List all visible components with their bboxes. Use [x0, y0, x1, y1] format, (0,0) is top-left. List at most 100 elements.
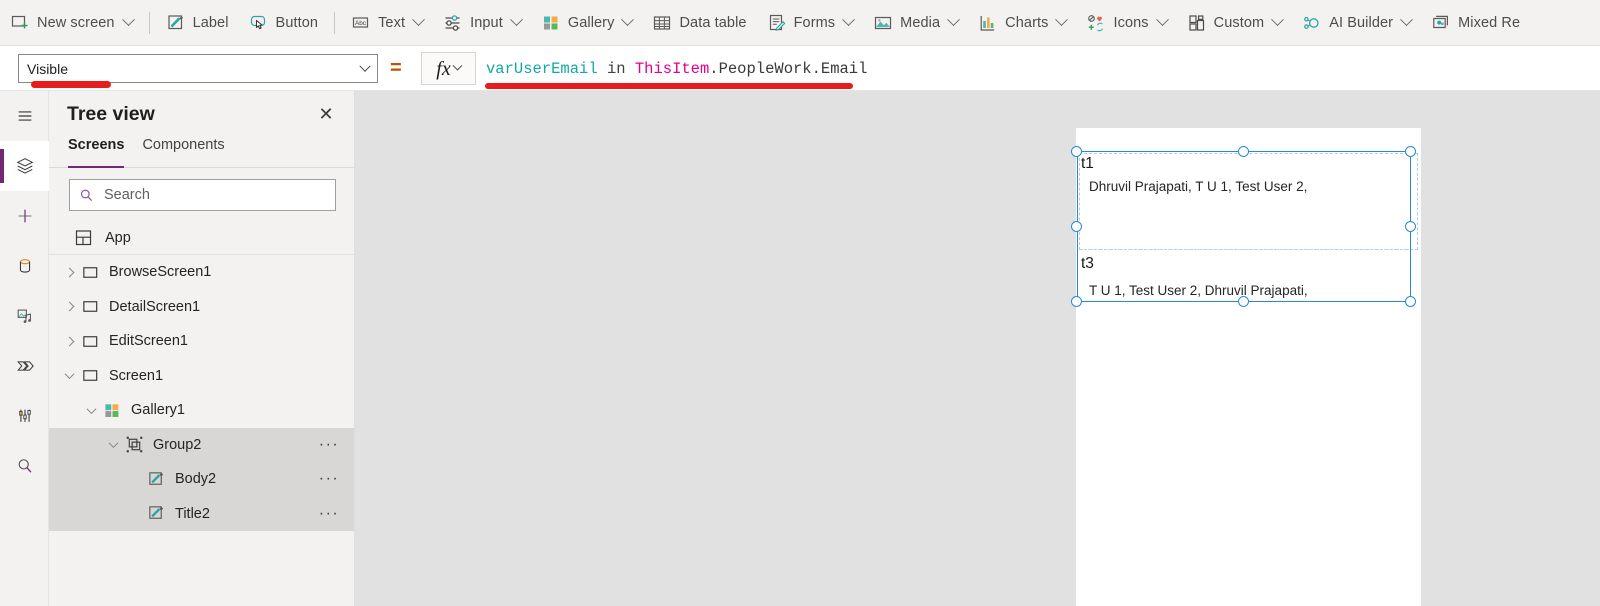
toolbar-item-icons[interactable]: Icons [1077, 5, 1175, 41]
toolbar-item-data-table[interactable]: Data table [643, 5, 755, 41]
tree-node-title2[interactable]: Title2 ··· [49, 496, 354, 531]
rail-item-search[interactable] [0, 441, 49, 491]
chevron-down-icon [509, 13, 523, 27]
chevron-down-icon[interactable] [61, 367, 78, 384]
icons-icon [1088, 14, 1104, 31]
chevron-right-icon[interactable] [61, 333, 78, 350]
tree-node-label: Body2 [175, 471, 217, 488]
gallery-item-body-2[interactable]: T U 1, Test User 2, Dhruvil Prajapati, [1089, 283, 1308, 298]
tree-twisty-spacer [127, 505, 144, 522]
rail-item-data-sources[interactable] [0, 241, 49, 291]
toolbar-item-media[interactable]: Media [864, 5, 967, 41]
chevron-right-icon[interactable] [61, 264, 78, 281]
toolbar-item-button[interactable]: Button [240, 5, 328, 41]
resize-handle-bottom-center[interactable] [1238, 296, 1249, 307]
toolbar-item-input[interactable]: Input [434, 5, 530, 41]
tree-node-label: DetailScreen1 [109, 298, 201, 315]
chevron-down-icon[interactable] [105, 436, 122, 453]
tree-node-more-options-button[interactable]: ··· [316, 471, 342, 487]
gallery-item-title-1[interactable]: t1 [1081, 155, 1094, 173]
tree-node-label: EditScreen1 [109, 333, 188, 350]
data-table-icon [654, 15, 671, 30]
toolbar-item-custom-label: Custom [1213, 14, 1265, 31]
resize-handle-bottom-right[interactable] [1405, 296, 1416, 307]
resize-handle-top-center[interactable] [1238, 146, 1249, 157]
formula-token-3 [626, 60, 635, 78]
rail-item-power-automate[interactable] [0, 341, 49, 391]
search-input[interactable] [102, 186, 327, 204]
toolbar-item-charts[interactable]: Charts [969, 5, 1075, 41]
toolbar-item-ai-builder[interactable]: AI Builder [1293, 5, 1420, 41]
rail-item-tree-view[interactable] [0, 141, 49, 191]
tab-components[interactable]: Components [142, 137, 224, 167]
formula-token-5: .PeopleWork.Email [709, 60, 868, 78]
tree-node-more-options-button[interactable]: ··· [316, 505, 342, 521]
data-sources-icon [19, 259, 30, 273]
power-automate-icon [16, 361, 34, 371]
chevron-down-icon[interactable] [83, 402, 100, 419]
property-selector[interactable]: Visible [18, 54, 378, 83]
chevron-right-icon[interactable] [61, 298, 78, 315]
canvas-area[interactable]: t1 Dhruvil Prajapati, T U 1, Test User 2… [355, 91, 1600, 606]
tree-node-editscreen1[interactable]: EditScreen1 [49, 324, 354, 359]
formula-input[interactable]: varUserEmail in ThisItem.PeopleWork.Emai… [486, 56, 1594, 82]
toolbar-item-mixed-reality[interactable]: Mixed Re [1422, 5, 1529, 41]
tree-node-screen1[interactable]: Screen1 [49, 359, 354, 394]
resize-handle-top-left[interactable] [1071, 146, 1082, 157]
search-container [49, 168, 354, 221]
tree-node-label: Gallery1 [131, 402, 185, 419]
tab-screens[interactable]: Screens [68, 137, 125, 168]
tree-twisty-spacer [127, 471, 144, 488]
chevron-down-icon [842, 13, 856, 27]
tree-node-label: Title2 [175, 505, 210, 522]
toolbar-item-label[interactable]: Label [157, 5, 238, 41]
resize-handle-top-right[interactable] [1405, 146, 1416, 157]
custom-icon [1189, 14, 1204, 31]
search-box[interactable] [69, 179, 336, 211]
tree-node-more-options-button[interactable]: ··· [316, 436, 342, 452]
forms-icon [769, 14, 786, 31]
gallery-selection-frame[interactable] [1077, 151, 1411, 302]
chevron-down-icon [359, 60, 371, 72]
resize-handle-bottom-left[interactable] [1071, 296, 1082, 307]
rail-item-menu[interactable] [0, 91, 49, 141]
tree-node-gallery1[interactable]: Gallery1 [49, 393, 354, 428]
chevron-down-icon [121, 13, 135, 27]
toolbar-item-gallery-label: Gallery [567, 14, 615, 31]
tree-node-label: BrowseScreen1 [109, 264, 212, 281]
toolbar-item-custom[interactable]: Custom [1178, 5, 1292, 41]
tree-view-panel: Tree view ✕ Screens Components Search Ap… [49, 91, 355, 606]
tree-node-detailscreen1[interactable]: DetailScreen1 [49, 290, 354, 325]
tree-node-label: Screen1 [109, 367, 164, 384]
chevron-down-icon [1271, 13, 1285, 27]
annotation-underline-visible [31, 81, 111, 88]
gallery-item-body-1[interactable]: Dhruvil Prajapati, T U 1, Test User 2, [1089, 179, 1307, 194]
toolbar-separator [334, 11, 336, 34]
media-icon [875, 16, 892, 29]
toolbar-item-text[interactable]: Abc Text [342, 5, 432, 41]
fx-button[interactable]: fx [421, 52, 476, 85]
gallery-item-title-2[interactable]: t3 [1081, 255, 1094, 273]
toolbar-item-forms[interactable]: Forms [758, 5, 863, 41]
equals-sign: = [390, 57, 402, 79]
tree-node-app-label: App [105, 229, 131, 246]
property-selector-value: Visible [27, 60, 68, 77]
tree-node-browsescreen1[interactable]: BrowseScreen1 [49, 255, 354, 290]
rail-item-variables[interactable] [0, 391, 49, 441]
text-icon: Abc [352, 16, 369, 28]
tree-node-list: BrowseScreen1 DetailScreen1 EditScreen1 Scr… [49, 255, 354, 531]
resize-handle-middle-left[interactable] [1071, 221, 1082, 232]
mixed-reality-icon [1433, 15, 1449, 28]
toolbar-item-gallery[interactable]: Gallery [532, 5, 642, 41]
resize-handle-middle-right[interactable] [1405, 221, 1416, 232]
rail-item-media-library[interactable] [0, 291, 49, 341]
toolbar-item-new-screen[interactable]: New screen [1, 5, 142, 41]
tree-node-body2[interactable]: Body2 ··· [49, 462, 354, 497]
tab-screens-label: Screens [68, 137, 125, 153]
rail-item-insert[interactable] [0, 191, 49, 241]
screen-icon [83, 301, 98, 313]
tree-node-group2[interactable]: Group2 ··· [49, 427, 354, 462]
tree-node-app[interactable]: App [49, 221, 354, 255]
close-icon[interactable]: ✕ [312, 100, 340, 128]
toolbar-item-media-label: Media [900, 14, 941, 31]
